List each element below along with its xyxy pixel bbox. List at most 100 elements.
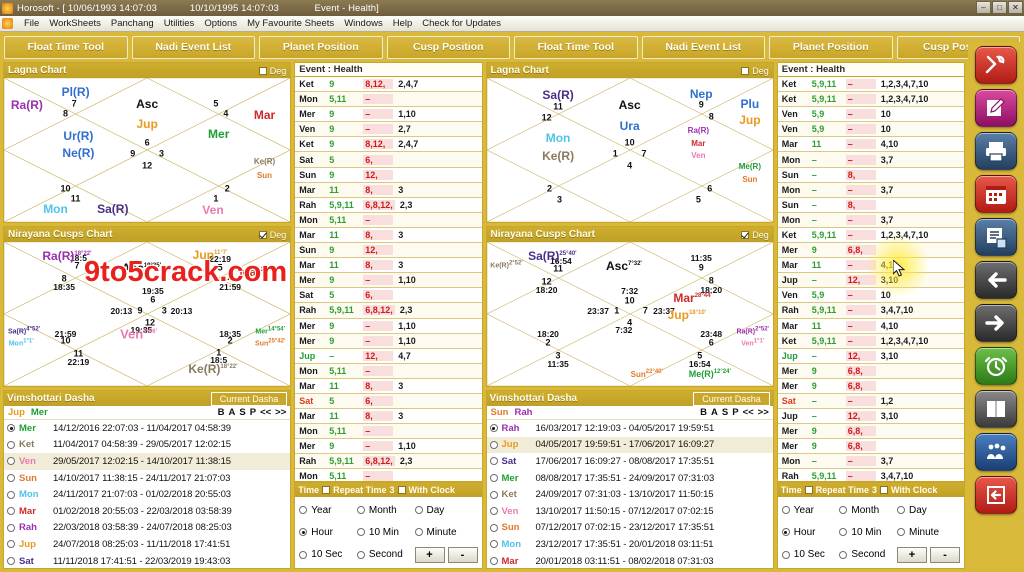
time-option-radio[interactable] bbox=[356, 528, 365, 537]
dasha-row[interactable]: Sat 17/06/2017 16:09:27 - 08/08/2017 17:3… bbox=[487, 453, 773, 470]
dasha-row[interactable]: Mer 08/08/2017 17:35:51 - 24/09/2017 07:3… bbox=[487, 470, 773, 487]
time-option-10-min[interactable]: 10 Min bbox=[839, 527, 897, 538]
left-cusps-chart[interactable]: 7 8 5 4 6 9 3 12 10 11 2 1 18:5 18:35 22:19 21:59 19:35 2… bbox=[4, 242, 291, 386]
table-row[interactable]: Sat 5 6, bbox=[295, 152, 482, 168]
dasha-radio[interactable] bbox=[489, 490, 498, 499]
table-row[interactable]: Mar 11 8, 3 bbox=[295, 378, 482, 394]
maximize-button[interactable]: □ bbox=[992, 1, 1007, 14]
forward-arrow-icon-button[interactable] bbox=[975, 304, 1017, 342]
table-row[interactable]: Jup – 12, 3,10 bbox=[777, 273, 964, 289]
basp-P[interactable]: P bbox=[250, 407, 256, 418]
time-option-radio[interactable] bbox=[299, 506, 308, 515]
basp-A[interactable]: A bbox=[711, 407, 718, 418]
table-row[interactable]: Jup – 12, 4,7 bbox=[295, 348, 482, 364]
current-dasha-button[interactable]: Current Dasha bbox=[693, 391, 770, 406]
dasha-row[interactable]: Mer 14/12/2016 22:07:03 - 11/04/2017 04:5… bbox=[4, 420, 290, 437]
dasha-radio[interactable] bbox=[489, 540, 498, 549]
edit-icon-button[interactable] bbox=[975, 89, 1017, 127]
time-option-month[interactable]: Month bbox=[839, 505, 897, 516]
table-row[interactable]: Mon 5,11 – bbox=[295, 212, 482, 228]
time-option-radio[interactable] bbox=[299, 550, 308, 559]
dasha-radio[interactable] bbox=[7, 424, 15, 433]
time-option-month[interactable]: Month bbox=[356, 505, 415, 516]
repeat-time-checkbox[interactable] bbox=[322, 486, 331, 494]
table-row[interactable]: Ket 5,9,11–1,2,3,4,7,10 bbox=[777, 92, 964, 108]
table-row[interactable]: Mer 9 6,8, bbox=[777, 424, 964, 440]
table-row[interactable]: Mer 9 –1,10 bbox=[295, 107, 482, 123]
exit-icon-button[interactable] bbox=[975, 476, 1017, 514]
table-row[interactable]: Ven 5,9 –10 bbox=[777, 107, 964, 123]
time-option-radio[interactable] bbox=[414, 506, 423, 515]
tab-1-nadi-event-list[interactable]: Nadi Event List bbox=[131, 35, 255, 59]
alarm-clock-icon-button[interactable] bbox=[975, 347, 1017, 385]
table-row[interactable]: Mer 9 6,8, bbox=[777, 439, 964, 455]
time-option-day[interactable]: Day bbox=[414, 505, 478, 516]
table-row[interactable]: Mar 11 8, 3 bbox=[295, 227, 482, 244]
calendar-icon-button[interactable] bbox=[975, 175, 1017, 213]
dasha-radio[interactable] bbox=[7, 490, 15, 499]
dasha-radio[interactable] bbox=[7, 523, 15, 532]
table-row[interactable]: Mon – –3,7 bbox=[777, 212, 964, 228]
time-option-second[interactable]: Second bbox=[839, 549, 897, 560]
close-button[interactable]: ✕ bbox=[1008, 1, 1023, 14]
decrement-button[interactable]: - bbox=[447, 546, 478, 563]
dasha-radio[interactable] bbox=[489, 474, 498, 483]
table-row[interactable]: Sun 9 12, bbox=[295, 167, 482, 183]
menu-item-windows[interactable]: Windows bbox=[339, 17, 388, 30]
basp-A[interactable]: A bbox=[229, 407, 236, 418]
table-row[interactable]: Jup – 12, 3,10 bbox=[777, 409, 964, 425]
book-icon-button[interactable] bbox=[975, 390, 1017, 428]
right-event-list[interactable]: Ket 5,9,11–1,2,3,4,7,10 Ket 5,9,11–1,2,3,4,… bbox=[777, 77, 964, 481]
left-cusps-deg-toggle[interactable]: Deg bbox=[258, 230, 286, 240]
left-time-control[interactable]: Time Repeat Time 3 With Clock Year Month D… bbox=[294, 482, 483, 569]
right-dasha-list[interactable]: Rah 16/03/2017 12:19:03 - 04/05/2017 19:5… bbox=[486, 420, 773, 568]
table-row[interactable]: Rah 5,9,11 6,8,12, 2,3 bbox=[295, 197, 482, 213]
dasha-radio[interactable] bbox=[7, 557, 15, 566]
window-controls[interactable]: – □ ✕ bbox=[976, 1, 1023, 14]
table-row[interactable]: Rah 5,9,11–3,4,7,10 bbox=[777, 303, 964, 319]
table-row[interactable]: Ket 5,9,11–1,2,3,4,7,10 bbox=[777, 77, 964, 93]
dasha-radio[interactable] bbox=[489, 523, 498, 532]
right-cusps-deg-toggle[interactable]: Deg bbox=[741, 230, 769, 240]
table-row[interactable]: Ket 9 8,12, 2,4,7 bbox=[295, 137, 482, 153]
left-lagna-deg-toggle[interactable]: Deg bbox=[258, 66, 286, 76]
basp-S[interactable]: S bbox=[722, 407, 728, 418]
time-option-10-sec[interactable]: 10 Sec bbox=[781, 549, 840, 560]
tab-0-float-time-tool[interactable]: Float Time Tool bbox=[4, 35, 128, 59]
right-cusps-chart[interactable]: 11 12 9 8 10 1 7 4 2 3 6 5 16:54 18:20 11:35 18:20 7:32 2… bbox=[486, 242, 773, 386]
table-row[interactable]: Mer 9 –1,10 bbox=[295, 439, 482, 455]
time-option-10-min[interactable]: 10 Min bbox=[356, 527, 415, 538]
table-row[interactable]: Sun 9 12, bbox=[295, 243, 482, 259]
time-option-year[interactable]: Year bbox=[299, 505, 357, 516]
basp-prevprev[interactable]: << bbox=[743, 407, 754, 418]
table-row[interactable]: Sat 5 6, bbox=[295, 288, 482, 304]
dasha-row[interactable]: Sat 11/11/2018 17:41:51 - 22/03/2019 19:4… bbox=[4, 553, 290, 568]
tab-2-planet-position[interactable]: Planet Position bbox=[259, 35, 383, 59]
basp-P[interactable]: P bbox=[732, 407, 738, 418]
right-time-control[interactable]: Time Repeat Time 3 With Clock Year Month D… bbox=[776, 482, 965, 569]
time-option-radio[interactable] bbox=[897, 506, 905, 515]
deg-checkbox[interactable] bbox=[258, 66, 267, 75]
table-row[interactable]: Mer 9 –1,10 bbox=[295, 273, 482, 289]
table-row[interactable]: Ven 5,9 –10 bbox=[777, 288, 964, 304]
tab-3-cusp-position[interactable]: Cusp Position bbox=[386, 35, 510, 59]
table-row[interactable]: Mon – –3,7 bbox=[777, 182, 964, 198]
basp-B[interactable]: B bbox=[218, 407, 225, 418]
dasha-radio[interactable] bbox=[7, 457, 15, 466]
deg-checkbox[interactable] bbox=[741, 66, 750, 75]
time-option-radio[interactable] bbox=[839, 550, 848, 559]
table-row[interactable]: Mer 9 6,8, bbox=[777, 378, 964, 394]
minimize-button[interactable]: – bbox=[976, 1, 991, 14]
table-row[interactable]: Mer 9 6,8, bbox=[777, 363, 964, 379]
dasha-row[interactable]: Rah 22/03/2018 03:58:39 - 24/07/2018 08:2… bbox=[4, 520, 290, 537]
dasha-row[interactable]: Jup 24/07/2018 08:25:03 - 11/11/2018 17:4… bbox=[4, 536, 290, 553]
time-option-radio[interactable] bbox=[299, 528, 308, 537]
dasha-row[interactable]: Sun 07/12/2017 07:02:15 - 23/12/2017 17:3… bbox=[487, 520, 773, 537]
table-row[interactable]: Sun – 8, bbox=[777, 197, 964, 213]
with-clock-checkbox[interactable] bbox=[880, 486, 888, 494]
time-option-hour[interactable]: Hour bbox=[781, 527, 840, 538]
print-icon-button[interactable] bbox=[975, 132, 1017, 170]
table-row[interactable]: Mon – –3,7 bbox=[777, 454, 964, 470]
time-option-year[interactable]: Year bbox=[781, 505, 840, 516]
table-row[interactable]: Sat – –1,2 bbox=[777, 393, 964, 410]
